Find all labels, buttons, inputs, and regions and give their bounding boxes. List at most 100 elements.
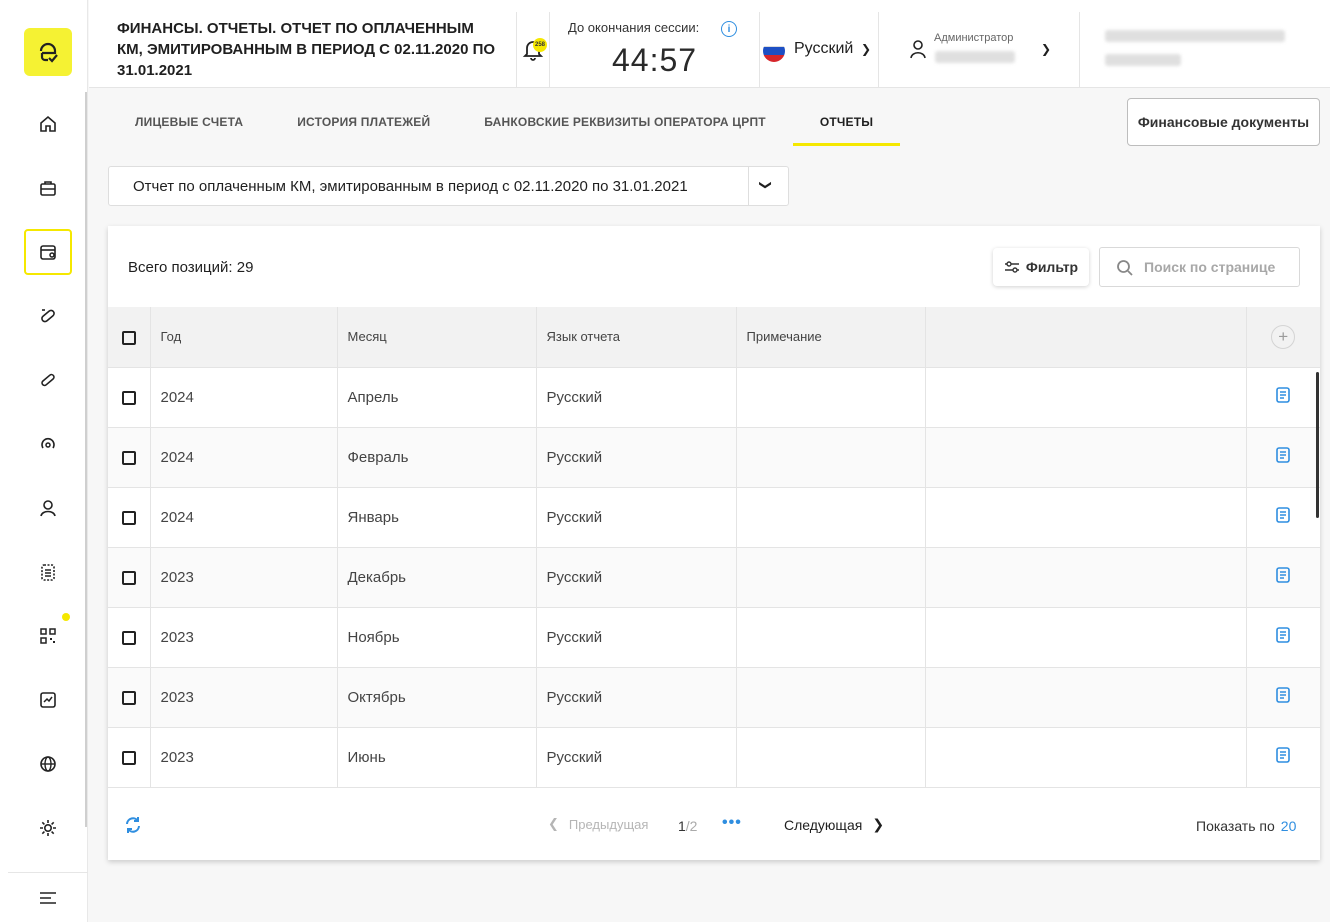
next-page-button[interactable]: Следующая ❯ (784, 816, 884, 833)
column-header-year[interactable]: Год (150, 307, 338, 368)
add-column-cell: + (1246, 307, 1320, 368)
sidebar-scrollbar[interactable] (85, 92, 87, 827)
chevron-down-icon[interactable]: ❯ (861, 42, 871, 56)
user-icon[interactable] (907, 38, 929, 60)
filter-button[interactable]: Фильтр (993, 248, 1089, 286)
wallet-icon (40, 245, 56, 260)
nav-briefcase[interactable] (24, 165, 72, 211)
row-checkbox[interactable] (122, 450, 136, 465)
row-action-cell (1246, 487, 1320, 548)
search-input[interactable] (1144, 256, 1294, 278)
page-indicator: 1/2 (678, 818, 697, 834)
cell-year: 2024 (150, 367, 338, 428)
cell-year: 2023 (150, 607, 338, 668)
cell-month: Июнь (337, 727, 537, 788)
table-row[interactable]: 2023 Октябрь Русский (108, 667, 1320, 728)
reports-table: Год Месяц Язык отчета Примечание + 2024 … (108, 307, 1320, 788)
nav-finance[interactable] (24, 229, 72, 275)
search-icon (1117, 260, 1133, 276)
row-checkbox[interactable] (122, 570, 136, 585)
document-icon[interactable] (1276, 687, 1291, 703)
report-type-select[interactable]: Отчет по оплаченным КМ, эмитированным в … (108, 166, 789, 206)
document-icon[interactable] (1276, 567, 1291, 583)
chevron-right-icon: ❯ (872, 816, 885, 832)
chevron-down-icon[interactable]: ❯ (1041, 42, 1051, 56)
app-logo[interactable] (24, 28, 72, 76)
company-name-redacted (1105, 30, 1285, 42)
language-selector[interactable]: Русский (794, 40, 853, 58)
tab-reports[interactable]: ОТЧЕТЫ (792, 98, 901, 146)
russia-flag-icon[interactable] (763, 40, 785, 62)
row-checkbox[interactable] (122, 390, 136, 405)
row-action-cell (1246, 667, 1320, 728)
notification-dot (62, 613, 70, 621)
chart-icon (40, 692, 56, 708)
row-checkbox[interactable] (122, 510, 136, 525)
nav-globe[interactable] (24, 741, 72, 787)
document-icon[interactable] (1276, 747, 1291, 763)
info-icon[interactable]: i (721, 21, 737, 37)
divider (549, 12, 550, 88)
select-all-checkbox[interactable] (122, 330, 136, 345)
previous-page-button[interactable]: ❮ Предыдущая (548, 816, 648, 832)
document-icon[interactable] (1276, 507, 1291, 523)
row-select-cell (108, 667, 151, 728)
cell-year: 2023 (150, 547, 338, 608)
nav-settings[interactable] (24, 805, 72, 851)
table-row[interactable]: 2024 Апрель Русский (108, 367, 1320, 428)
divider (878, 12, 879, 88)
nav-codes[interactable] (24, 293, 72, 339)
filter-label: Фильтр (1025, 259, 1079, 275)
divider (1079, 12, 1080, 88)
tab-accounts[interactable]: ЛИЦЕВЫЕ СЧЕТА (108, 98, 270, 146)
nav-links[interactable] (24, 357, 72, 403)
financial-documents-button[interactable]: Финансовые документы (1127, 98, 1320, 146)
add-column-icon[interactable]: + (1271, 324, 1296, 349)
document-icon[interactable] (1276, 387, 1291, 403)
nav-scan[interactable] (24, 421, 72, 467)
page-size-label: Показать по (1196, 818, 1275, 834)
row-checkbox[interactable] (122, 690, 136, 705)
page-size-selector[interactable]: Показать по 20 (1196, 818, 1296, 834)
table-row[interactable]: 2023 Декабрь Русский (108, 547, 1320, 608)
column-header-note[interactable]: Примечание (736, 307, 926, 368)
table-row[interactable]: 2023 Ноябрь Русский (108, 607, 1320, 668)
nav-analytics[interactable] (24, 677, 72, 723)
cell-month: Январь (337, 487, 537, 548)
globe-icon (40, 756, 56, 772)
row-checkbox[interactable] (122, 750, 136, 765)
page-title: ФИНАНСЫ. ОТЧЕТЫ. ОТЧЕТ ПО ОПЛАЧЕННЫМ КМ,… (117, 20, 496, 79)
nav-documents[interactable] (24, 549, 72, 595)
select-all-cell (108, 307, 151, 368)
cell-empty (925, 367, 1247, 428)
page-size-value[interactable]: 20 (1281, 818, 1297, 834)
tab-payment-history[interactable]: ИСТОРИЯ ПЛАТЕЖЕЙ (270, 98, 457, 146)
nav-profile[interactable] (24, 485, 72, 531)
refresh-icon[interactable] (124, 816, 142, 834)
column-header-language[interactable]: Язык отчета (536, 307, 737, 368)
row-checkbox[interactable] (122, 630, 136, 645)
table-row[interactable]: 2023 Июнь Русский (108, 727, 1320, 788)
cell-empty (925, 727, 1247, 788)
table-row[interactable]: 2024 Январь Русский (108, 487, 1320, 548)
document-icon[interactable] (1276, 627, 1291, 643)
more-pages-button[interactable]: ••• (722, 814, 742, 832)
hamburger-icon (40, 891, 56, 904)
cell-language: Русский (536, 727, 737, 788)
row-action-cell (1246, 727, 1320, 788)
session-label: До окончания сессии: (568, 20, 700, 35)
tab-bank-details[interactable]: БАНКОВСКИЕ РЕКВИЗИТЫ ОПЕРАТОРА ЦРПТ (457, 98, 793, 146)
table-row[interactable]: 2024 Февраль Русский (108, 427, 1320, 488)
cell-year: 2023 (150, 727, 338, 788)
document-icon[interactable] (1276, 447, 1291, 463)
nav-home[interactable] (24, 101, 72, 147)
column-header-month[interactable]: Месяц (337, 307, 537, 368)
menu-toggle[interactable] (8, 872, 88, 922)
column-header-empty (925, 307, 1247, 368)
chevron-down-icon[interactable]: ❯ (759, 180, 773, 190)
home-icon (40, 115, 56, 132)
table-scrollbar[interactable] (1316, 372, 1319, 518)
briefcase-icon (40, 181, 56, 196)
user-role: Администратор (934, 32, 1014, 44)
search-box[interactable] (1099, 247, 1300, 287)
